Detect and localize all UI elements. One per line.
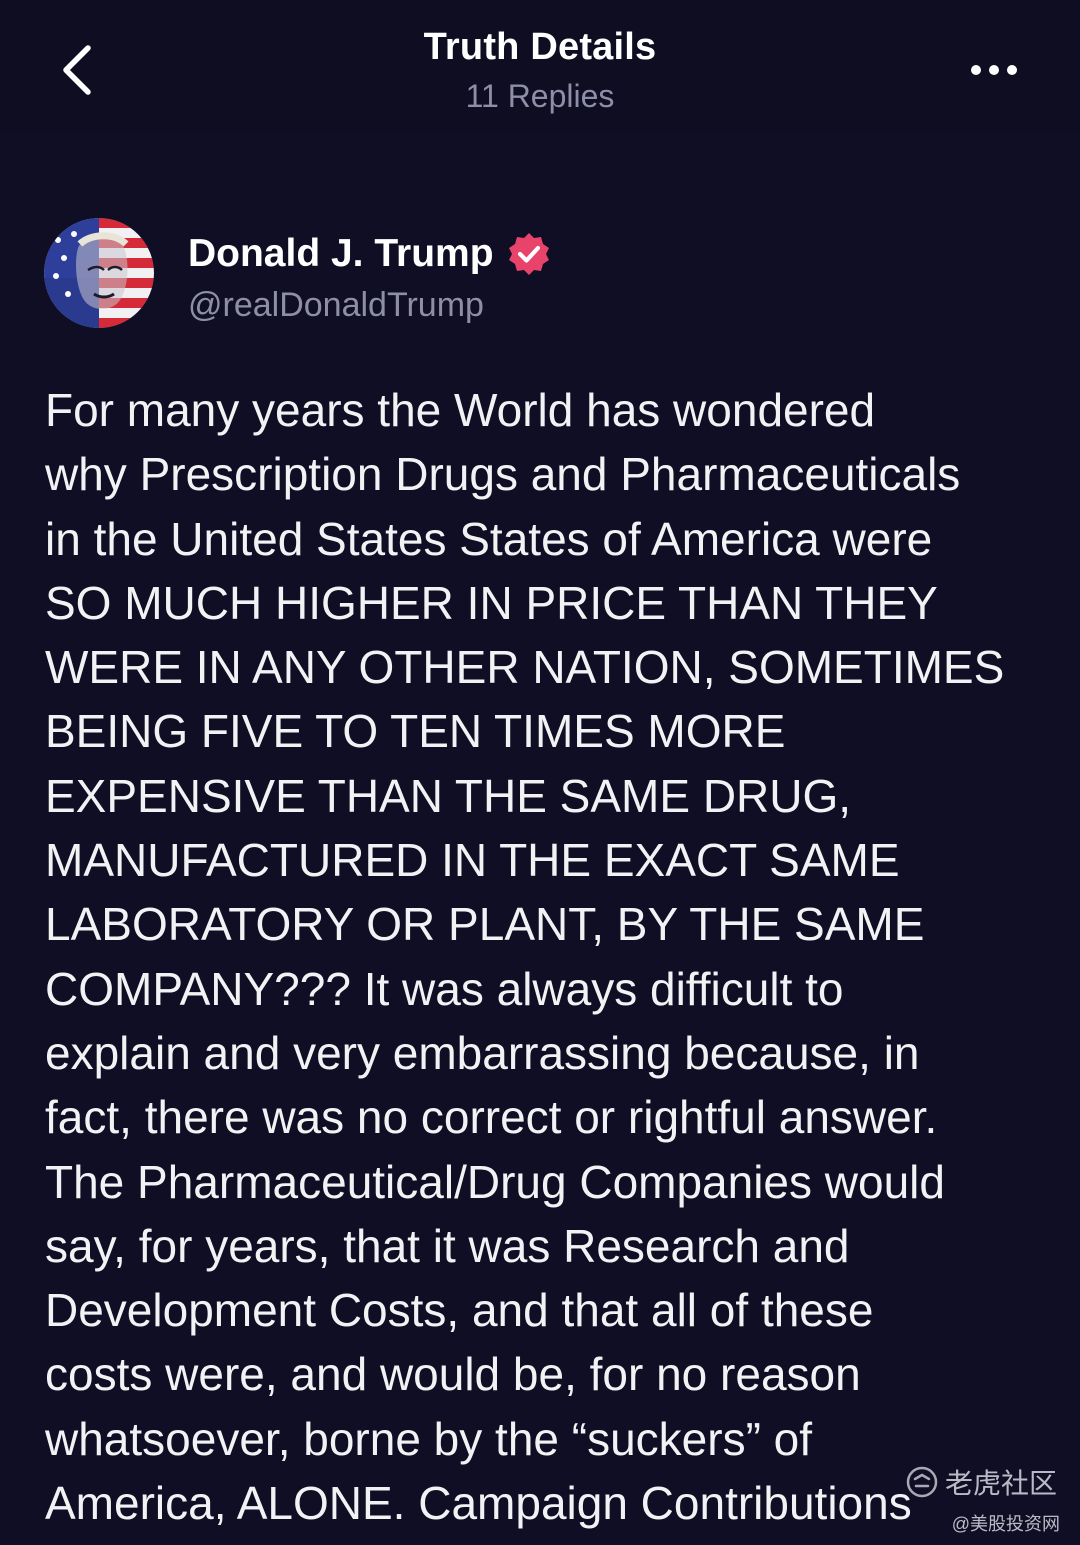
post-line: BEING FIVE TO TEN TIMES MORE	[45, 705, 786, 758]
site-watermark: @美股投资网	[951, 1514, 1060, 1534]
top-bar: Truth Details 11 Replies	[0, 0, 1080, 132]
tiger-watermark-text: 老虎社区	[945, 1468, 1058, 1499]
post-line: fact, there was no correct or rightful a…	[45, 1091, 938, 1144]
post-line: whatsoever, borne by the “suckers” of	[45, 1412, 813, 1465]
reply-count: 11 Replies	[465, 78, 615, 114]
post-line: EXPENSIVE THAN THE SAME DRUG,	[45, 769, 852, 822]
post-body: For many years the World has wondered wh…	[45, 378, 1055, 1535]
post-line: say, for years, that it was Research and	[45, 1219, 850, 1272]
post-line: SO MUCH HIGHER IN PRICE THAN THEY	[45, 576, 938, 629]
post-line: costs were, and would be, for no reason	[45, 1348, 861, 1401]
post-line: COMPANY??? It was always difficult to	[45, 962, 844, 1015]
author-name[interactable]: Donald J. Trump	[188, 232, 494, 276]
post-line: Development Costs, and that all of these	[45, 1284, 874, 1337]
post-line: MANUFACTURED IN THE EXACT SAME	[45, 834, 900, 887]
author-handle[interactable]: @realDonaldTrump	[188, 286, 484, 325]
more-button[interactable]	[962, 52, 1026, 88]
post-line: America, ALONE. Campaign Contributions	[45, 1477, 912, 1530]
page-title: Truth Details	[423, 26, 657, 68]
post-line: For many years the World has wondered	[45, 384, 876, 436]
tiger-community-watermark: 老虎社区	[905, 1462, 1057, 1502]
post-line: The Pharmaceutical/Drug Companies would	[45, 1155, 945, 1208]
post-line: WERE IN ANY OTHER NATION, SOMETIMES	[45, 641, 1005, 694]
author-name-row[interactable]: Donald J. Trump	[188, 228, 552, 280]
post-line: explain and very embarrassing because, i…	[45, 1026, 920, 1079]
tiger-logo-icon	[906, 1466, 938, 1498]
author-avatar[interactable]	[44, 218, 154, 328]
more-horizontal-icon	[971, 65, 1017, 75]
post-line: in the United States States of America w…	[45, 512, 933, 565]
verified-badge-icon	[508, 233, 549, 275]
post-line: LABORATORY OR PLANT, BY THE SAME	[45, 898, 925, 951]
post-line: why Prescription Drugs and Pharmaceutica…	[45, 448, 961, 501]
